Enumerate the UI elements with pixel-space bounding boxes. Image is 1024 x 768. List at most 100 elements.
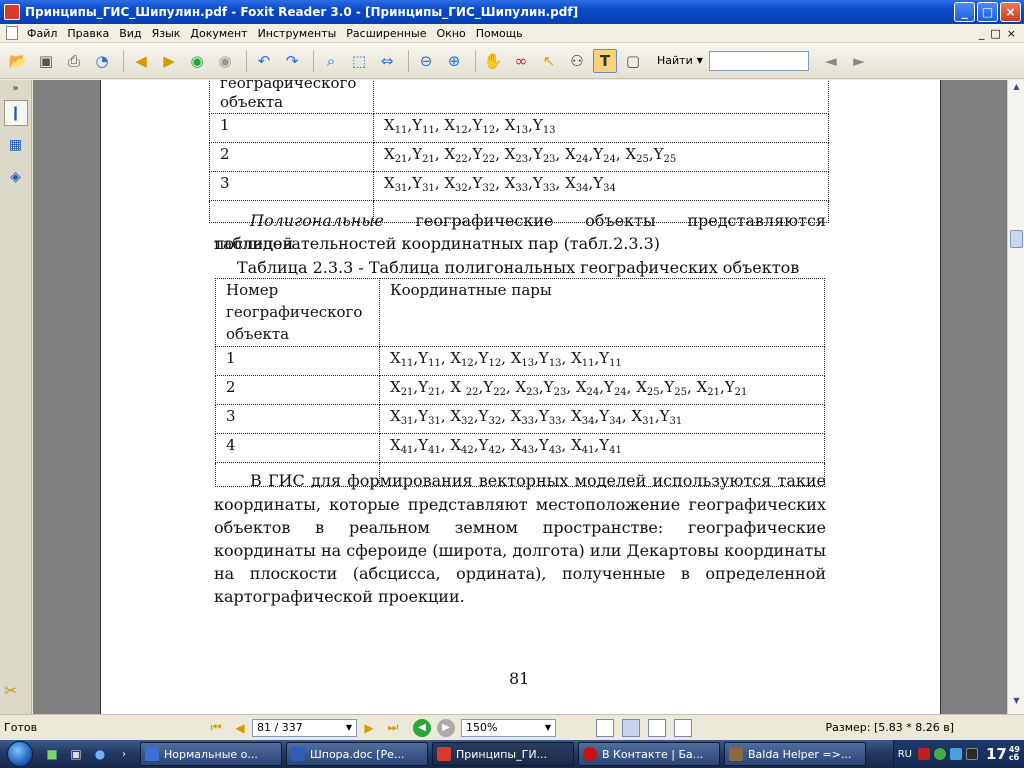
next-icon[interactable]: ▶ [157, 49, 181, 73]
zoom-dropdown-icon[interactable]: ▼ [545, 720, 551, 736]
tray-green-icon[interactable] [933, 748, 946, 760]
text-select-icon[interactable]: T [593, 48, 617, 73]
page-number-input[interactable]: 81 / 337 ▼ [252, 718, 357, 737]
menu-view[interactable]: Вид [114, 27, 146, 40]
taskbar-item[interactable]: Шпора.doc [Ре... [286, 742, 428, 766]
menu-help[interactable]: Помощь [471, 27, 528, 40]
quicklaunch-tool-icon[interactable]: ▣ [67, 745, 85, 763]
glasses-icon[interactable]: ∞ [509, 49, 533, 73]
select-icon[interactable]: ↖ [537, 49, 561, 73]
attachments-icon[interactable]: ✂ [4, 681, 17, 700]
scroll-down-icon[interactable]: ▼ [1009, 696, 1024, 712]
rotate-left-icon[interactable]: ↶ [252, 49, 276, 73]
menu-tools[interactable]: Инструменты [253, 27, 342, 40]
zoom-out-icon[interactable]: ⊖ [414, 49, 438, 73]
tray-network-icon[interactable] [965, 748, 978, 760]
find-prev-icon[interactable]: ◄ [819, 49, 843, 73]
scroll-up-icon[interactable]: ▲ [1009, 82, 1024, 98]
minimize-button[interactable]: _ [954, 2, 975, 22]
quicklaunch-browser-icon[interactable]: ● [91, 745, 109, 763]
clock[interactable]: 17 49 сб [986, 745, 1020, 763]
row-number: 2 [209, 142, 374, 172]
next-page-icon[interactable]: ▶ [359, 718, 379, 738]
forward-icon[interactable]: ◉ [213, 49, 237, 73]
doc-restore-button[interactable]: □ [990, 27, 1000, 40]
start-button[interactable] [0, 740, 40, 768]
menu-edit[interactable]: Правка [62, 27, 114, 40]
main-toolbar: 📂 ▣ ⎙ ◔ ◀ ▶ ◉ ◉ ↶ ↷ ⌕ ⬚ ⇔ ⊖ ⊕ ✋ ∞ ↖ ⚇ T … [0, 43, 1024, 79]
prev-icon[interactable]: ◀ [129, 49, 153, 73]
foxit-app-icon[interactable] [4, 4, 20, 20]
menu-bar: Файл Правка Вид Язык Документ Инструмент… [0, 24, 1024, 43]
table-row: 2 X21,Y21, X 22,Y22, X23,Y23, X24,Y24, X… [215, 375, 825, 405]
rotate-right-icon[interactable]: ↷ [280, 49, 304, 73]
table-header-row: Номер географического объекта Координатн… [215, 278, 825, 347]
row-coords: X11,Y11, X12,Y12, X13,Y13, X11,Y11 [379, 346, 825, 376]
prev-page-icon[interactable]: ◀ [230, 718, 250, 738]
quicklaunch-more-icon[interactable]: › [115, 745, 133, 763]
continuous-view-icon[interactable] [622, 718, 640, 737]
document-icon[interactable] [6, 26, 18, 40]
web-icon[interactable]: ◔ [90, 49, 114, 73]
toolbar-separator [475, 49, 476, 72]
doc-close-button[interactable]: × [1007, 27, 1016, 40]
maximize-button[interactable]: □ [977, 2, 998, 22]
row-number: 4 [215, 433, 380, 463]
fit-page-icon[interactable]: ⬚ [347, 49, 371, 73]
snapshot-icon[interactable]: ▢ [621, 49, 645, 73]
taskbar-item-active[interactable]: Принципы_ГИ... [432, 742, 574, 766]
back-icon[interactable]: ◉ [185, 49, 209, 73]
paragraph-gis-line5: на плоскости (абсцисса, ордината), получ… [214, 564, 826, 583]
hand-icon[interactable]: ✋ [481, 49, 505, 73]
taskbar-item[interactable]: Нормальные о... [140, 742, 282, 766]
menu-document[interactable]: Документ [185, 27, 252, 40]
facing-view-icon[interactable] [648, 718, 666, 737]
continuous-facing-view-icon[interactable] [674, 718, 692, 737]
quicklaunch-green-icon[interactable]: ■ [43, 745, 61, 763]
scroll-thumb[interactable] [1010, 230, 1023, 248]
last-page-icon[interactable]: ⏭ [383, 718, 403, 738]
save-icon[interactable]: ▣ [34, 49, 58, 73]
taskbar-item[interactable]: Balda Helper =>... [724, 742, 866, 766]
doc-minimize-button[interactable]: _ [979, 27, 985, 40]
row-number: 2 [215, 375, 380, 405]
expand-panel-icon[interactable]: » [4, 82, 28, 94]
status-bar: Готов ⏮ ◀ 81 / 337 ▼ ▶ ⏭ ◀ ▶ 150% ▼ Размер… [0, 714, 1024, 740]
open-icon[interactable]: 📂 [6, 49, 30, 73]
bookmarks-icon[interactable]: ❙ [3, 100, 28, 126]
taskbar-item[interactable]: В Контакте | Ба... [578, 742, 720, 766]
find-input[interactable] [708, 50, 809, 71]
tray-shield-icon[interactable] [949, 748, 962, 760]
menu-language[interactable]: Язык [147, 27, 186, 40]
pages-icon[interactable]: ▦ [4, 132, 28, 158]
go-back-icon[interactable]: ◀ [413, 718, 431, 737]
vertical-scrollbar[interactable]: ▲ ▼ [1007, 80, 1024, 714]
layers-icon[interactable]: ◈ [4, 164, 28, 190]
close-button[interactable]: × [1000, 2, 1021, 22]
page-number: 81 [509, 669, 530, 688]
document-view[interactable]: географического объекта 1 X11,Y11, X12,Y1… [33, 80, 1007, 714]
menu-file[interactable]: Файл [22, 27, 62, 40]
print-icon[interactable]: ⎙ [62, 49, 86, 73]
language-indicator[interactable]: RU [898, 749, 912, 760]
page-dropdown-icon[interactable]: ▼ [346, 720, 352, 736]
find-next-icon[interactable]: ► [847, 49, 871, 73]
zoom-input[interactable]: 150% ▼ [461, 718, 556, 737]
zoom-icon[interactable]: ⌕ [319, 49, 343, 73]
task-icon [145, 747, 159, 761]
table-row: 3 X31,Y31, X32,Y32, X33,Y33, X34,Y34, X3… [215, 404, 825, 434]
title-bar[interactable]: Принципы_ГИС_Шипулин.pdf - Foxit Reader … [0, 0, 1024, 24]
go-forward-icon[interactable]: ▶ [437, 718, 455, 737]
paragraph-gis-line2: координаты, которые представляют местопо… [214, 495, 826, 514]
binoculars-icon[interactable]: ⚇ [565, 49, 589, 73]
first-page-icon[interactable]: ⏮ [206, 718, 226, 738]
single-page-view-icon[interactable] [596, 718, 614, 737]
menu-window[interactable]: Окно [432, 27, 471, 40]
tray-red-icon[interactable] [917, 748, 930, 760]
menu-advanced[interactable]: Расширенные [341, 27, 431, 40]
find-dropdown-icon[interactable]: ▼ [697, 56, 703, 65]
zoom-in-icon[interactable]: ⊕ [442, 49, 466, 73]
table-row: 4 X41,Y41, X42,Y42, X43,Y43, X41,Y41 [215, 433, 825, 463]
table-lines: географического объекта 1 X11,Y11, X12,Y1… [209, 80, 829, 223]
fit-width-icon[interactable]: ⇔ [375, 49, 399, 73]
